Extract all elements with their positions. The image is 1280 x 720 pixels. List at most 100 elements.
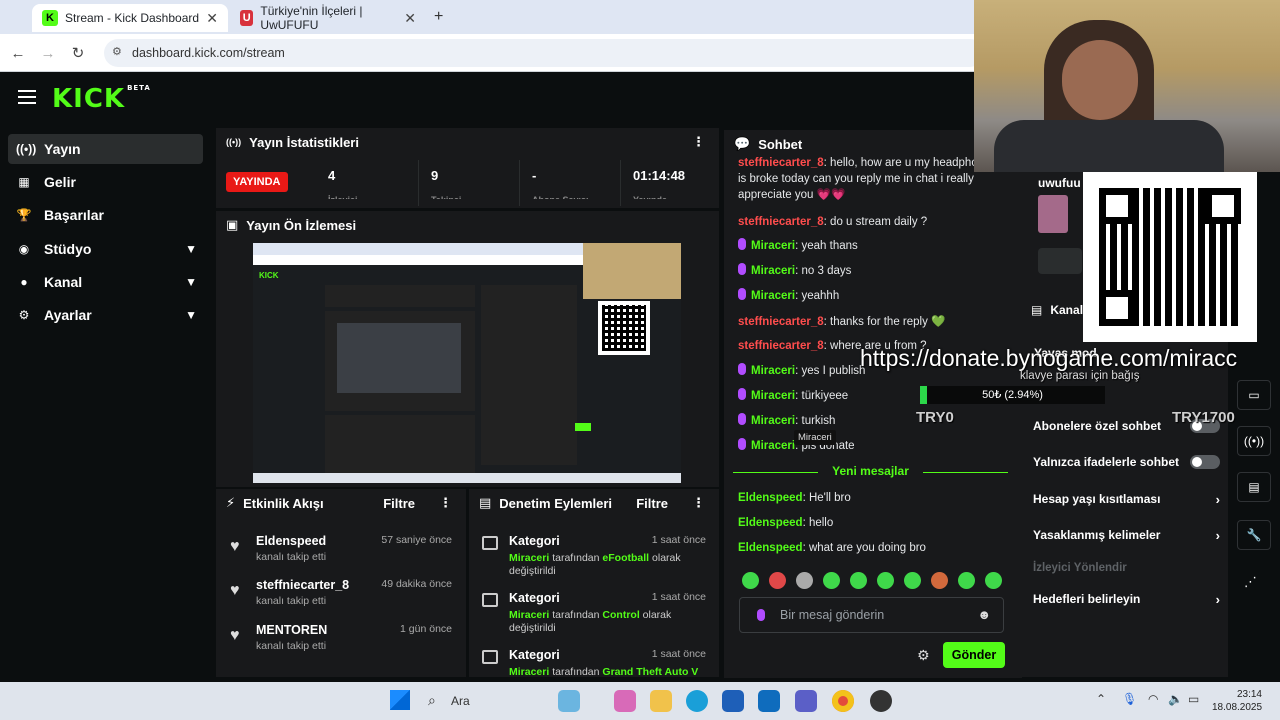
moderation-actions-title: Denetim Eylemleri [499, 495, 613, 511]
goal-min-label: TRY0 [916, 409, 954, 426]
subscriber-count: -Abone Sayısı [519, 160, 619, 206]
emoji-icon[interactable]: ☻ [977, 607, 991, 622]
user-icon: ● [20, 275, 28, 289]
sidebar-item-gelir[interactable]: ▦ Gelir [8, 167, 203, 197]
camera-icon: ◉ [18, 242, 30, 256]
emote-icon[interactable] [958, 572, 975, 589]
emote-only-toggle[interactable] [1190, 455, 1220, 469]
emote-only-chat-row[interactable]: Yalnızca ifadelerle sohbet [1025, 444, 1220, 480]
chat-message: Miraceri: pls donate [738, 438, 998, 454]
tab-kick-dashboard[interactable]: K Stream - Kick Dashboard ✕ [32, 4, 228, 32]
chat-settings-icon[interactable]: ⚙ [917, 647, 930, 664]
broadcast-icon[interactable]: ((•)) [1237, 426, 1271, 456]
webcam-overlay [974, 0, 1280, 172]
widgets-icon[interactable] [558, 690, 580, 712]
activity-filter-button[interactable]: Filtre [383, 496, 415, 511]
sidebar-item-studyo[interactable]: ◉ Stüdyo ▼ [8, 234, 203, 264]
outlook-icon[interactable] [758, 690, 780, 712]
back-icon[interactable]: ← [8, 43, 28, 63]
chevron-up-icon[interactable]: ⌃ [1096, 692, 1106, 706]
clock-time: 23:14 [1236, 689, 1262, 700]
more-options-icon[interactable]: ⋮ [692, 495, 705, 511]
sidebar-item-yayin[interactable]: ((•)) Yayın [8, 134, 203, 164]
avatar [1038, 195, 1068, 233]
emote-icon[interactable] [877, 572, 894, 589]
edge-icon[interactable] [686, 690, 708, 712]
file-explorer-icon[interactable] [650, 690, 672, 712]
heart-icon: ♥ [230, 627, 240, 644]
emote-icon[interactable] [796, 572, 813, 589]
send-button[interactable]: Gönder [943, 642, 1005, 668]
store-icon[interactable] [722, 690, 744, 712]
taskbar-search-label[interactable]: Ara [451, 694, 470, 708]
sidebar-item-basarilar[interactable]: 🏆 Başarılar [8, 200, 203, 230]
new-messages-divider[interactable]: Yeni mesajlar [733, 464, 1008, 478]
more-options-icon[interactable]: ⋮ [692, 134, 705, 150]
mod-action-button[interactable] [1038, 248, 1082, 274]
broadcast-icon: ((•)) [16, 142, 37, 156]
sidebar-item-label: Başarılar [44, 207, 104, 223]
qr-code-image [1083, 172, 1257, 342]
category-icon [482, 593, 498, 607]
sidebar-item-label: Ayarlar [44, 307, 92, 323]
account-age-restriction-row[interactable]: Hesap yaşı kısıtlaması › [1025, 481, 1220, 517]
follower-label: Takipçi [431, 195, 461, 199]
emote-icon[interactable] [931, 572, 948, 589]
teams-icon[interactable] [795, 690, 817, 712]
emote-icon[interactable] [985, 572, 1002, 589]
url-text: dashboard.kick.com/stream [132, 46, 285, 60]
chrome-icon[interactable] [832, 690, 854, 712]
banned-words-row[interactable]: Yasaklanmış kelimeler › [1025, 517, 1220, 553]
chevron-down-icon: ▼ [185, 275, 197, 289]
stream-preview-title: Yayın Ön İzlemesi [246, 217, 357, 233]
url-field[interactable]: ⚙ dashboard.kick.com/stream [104, 39, 984, 67]
stream-stats-header: ((•)) Yayın İstatistikleri ⋮ [216, 128, 719, 156]
lightning-icon: ⚡ [226, 495, 236, 510]
hamburger-menu-icon[interactable] [18, 90, 36, 106]
tab-uwufufu[interactable]: U Türkiye'nin İlçeleri | UwUFUFU ✕ [230, 4, 426, 32]
layout-icon[interactable]: ▤ [1237, 472, 1271, 502]
search-icon[interactable]: ⌕ [428, 692, 436, 709]
emote-icon[interactable] [769, 572, 786, 589]
microphone-badge-icon [738, 238, 746, 250]
copilot-icon[interactable] [614, 690, 636, 712]
clock[interactable]: 23:14 18.08.2025 [1212, 688, 1262, 714]
reload-icon[interactable]: ↻ [68, 43, 88, 63]
emote-icon[interactable] [823, 572, 840, 589]
kick-logo[interactable]: KICK BETA [52, 84, 151, 114]
chat-input[interactable]: Bir mesaj gönderin ☻ [739, 597, 1004, 633]
moderation-actions-header: ▤ Denetim Eylemleri Filtre ⋮ [469, 489, 719, 517]
channel-icon: ▤ [1031, 303, 1043, 317]
share-icon[interactable]: ⋰ [1244, 574, 1257, 590]
sidebar-item-kanal[interactable]: ● Kanal ▼ [8, 267, 203, 297]
set-goals-row[interactable]: Hedefleri belirleyin › [1025, 581, 1220, 617]
chat-message: steffniecarter_8: hello, how are u my he… [738, 157, 991, 201]
activity-item: ♥ Eldenspeed kanalı takip etti 57 saniye… [230, 534, 452, 563]
microphone-icon[interactable]: 🎙 [1122, 692, 1137, 706]
wifi-icon[interactable]: ◠ [1148, 692, 1158, 706]
emote-icon[interactable] [904, 572, 921, 589]
wrench-icon[interactable]: 🔧 [1237, 520, 1271, 550]
moderation-filter-button[interactable]: Filtre [636, 496, 668, 511]
site-info-icon[interactable]: ⚙ [112, 45, 122, 58]
microphone-badge-icon [738, 438, 746, 450]
more-options-icon[interactable]: ⋮ [439, 495, 452, 511]
chat-toggle-icon[interactable]: ▭ [1237, 380, 1271, 410]
donation-goal-progress: 50₺ (2.94%) [982, 389, 1043, 401]
volume-icon[interactable]: 🔈 [1168, 692, 1183, 706]
battery-icon[interactable]: ▭ [1188, 692, 1199, 706]
chat-message: Eldenspeed: what are you doing bro [738, 542, 926, 554]
stream-preview-video[interactable]: KICK [253, 243, 681, 483]
sidebar-item-ayarlar[interactable]: ⚙ Ayarlar ▼ [8, 300, 203, 330]
close-tab-icon[interactable]: ✕ [404, 10, 416, 27]
emote-icon[interactable] [742, 572, 759, 589]
new-tab-icon[interactable]: + [434, 8, 443, 26]
emote-icon[interactable] [850, 572, 867, 589]
app-icon[interactable] [870, 690, 892, 712]
moderation-item: Kategori Miraceri tarafından Control ola… [480, 591, 710, 635]
windows-start-icon[interactable] [390, 690, 410, 710]
preview-icon: ▣ [226, 217, 239, 232]
forward-icon[interactable]: → [38, 43, 58, 63]
close-tab-icon[interactable]: ✕ [206, 10, 218, 27]
goal-max-label: TRY1700 [1172, 409, 1235, 426]
